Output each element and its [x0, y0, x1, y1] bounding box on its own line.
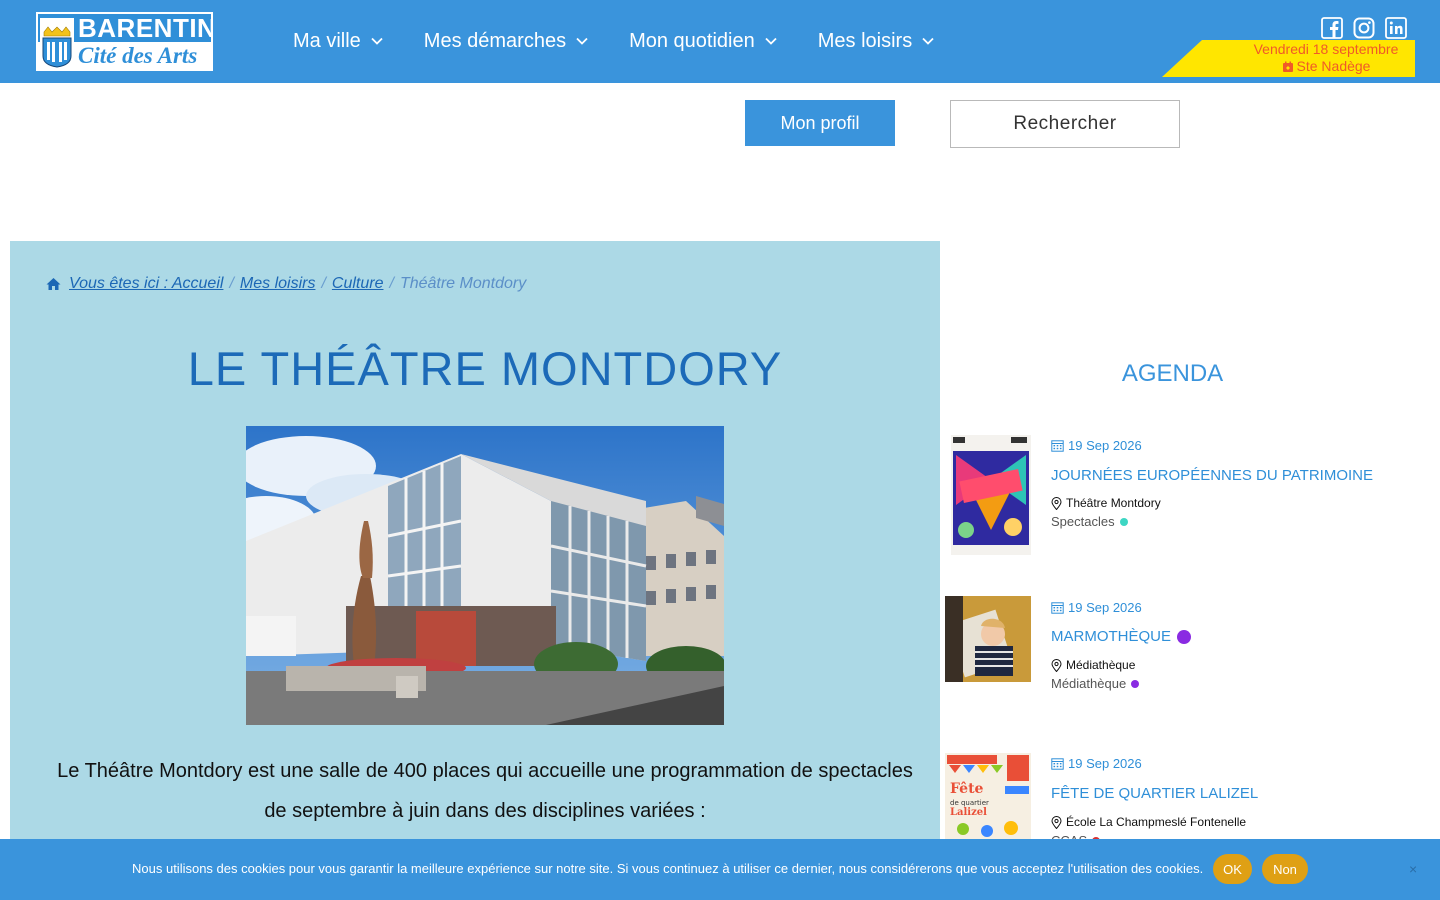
chevron-down-icon [576, 37, 588, 45]
logo-name: BARENTIN [78, 13, 213, 43]
nav-item-mes-loisirs[interactable]: Mes loisirs [818, 28, 935, 54]
event-category: Médiathèque [1051, 676, 1140, 691]
svg-text:Lalizel: Lalizel [950, 807, 987, 818]
logo-tagline: Cité des Arts [78, 43, 198, 68]
calendar-icon [1051, 758, 1064, 770]
event-photo [945, 596, 1031, 682]
nav-item-mes-demarches[interactable]: Mes démarches [424, 28, 589, 54]
event-location-text: Théâtre Montdory [1066, 496, 1161, 510]
event-date: 19 Sep 2026 [1051, 756, 1142, 771]
calendar-icon [1282, 61, 1293, 72]
nav-label: Mes loisirs [817, 29, 913, 52]
event-poster: Fête de quartier Lalizel [945, 753, 1031, 839]
date-saint-info: Vendredi 18 septembre Ste Nadège [1238, 41, 1414, 75]
agenda-event[interactable]: 19 Sep 2026 JOURNÉES EUROPÉENNES DU PATR… [945, 435, 1440, 560]
search-button[interactable]: Rechercher [950, 100, 1180, 148]
event-date: 19 Sep 2026 [1051, 438, 1142, 453]
breadcrumb-separator: / [389, 275, 394, 292]
current-date: Vendredi 18 septembre [1253, 41, 1399, 57]
breadcrumb-separator: / [321, 275, 326, 292]
event-date-text: 19 Sep 2026 [1068, 600, 1142, 615]
event-category-text: Spectacles [1051, 514, 1115, 529]
event-date-text: 19 Sep 2026 [1068, 438, 1142, 453]
saint-of-day: Ste Nadège [1296, 58, 1371, 74]
event-date-text: 19 Sep 2026 [1068, 756, 1142, 771]
event-location: École La Champmeslé Fontenelle [1051, 815, 1246, 829]
nav-label: Mes démarches [423, 29, 567, 52]
event-location: Médiathèque [1051, 658, 1135, 672]
main-content: Vous êtes ici : Accueil / Mes loisirs / … [10, 241, 940, 900]
breadcrumb-home-link[interactable]: Vous êtes ici : Accueil [69, 275, 223, 293]
event-date: 19 Sep 2026 [1051, 600, 1142, 615]
event-title-text: MARMOTHÈQUE [1051, 628, 1171, 645]
linkedin-icon[interactable] [1385, 17, 1407, 39]
breadcrumb-separator: / [229, 275, 234, 292]
cookie-accept-button[interactable]: OK [1213, 854, 1252, 884]
event-title-text: FÊTE DE QUARTIER LALIZEL [1051, 785, 1259, 802]
agenda-title: AGENDA [1121, 360, 1224, 387]
profile-button[interactable]: Mon profil [745, 100, 895, 146]
title-category-dot [1177, 629, 1191, 644]
cookie-close-icon[interactable]: × [1409, 861, 1417, 877]
breadcrumb-current: Théâtre Montdory [399, 275, 527, 292]
main-nav: Ma ville Mes démarches Mon quotidien Mes… [293, 28, 975, 54]
location-pin-icon [1051, 658, 1062, 672]
site-logo[interactable]: BARENTIN Cité des Arts [36, 12, 213, 71]
event-category-text: Médiathèque [1051, 676, 1127, 691]
nav-item-ma-ville[interactable]: Ma ville [293, 28, 384, 54]
event-location: Théâtre Montdory [1051, 496, 1161, 510]
cookie-decline-button[interactable]: Non [1262, 854, 1308, 884]
event-title-text: JOURNÉES EUROPÉENNES DU PATRIMOINE [1051, 467, 1373, 484]
agenda-event[interactable]: 19 Sep 2026 MARMOTHÈQUE Médiathèque Médi… [945, 596, 1440, 721]
nav-label: Ma ville [293, 29, 361, 52]
category-dot [1131, 679, 1140, 688]
nav-item-mon-quotidien[interactable]: Mon quotidien [629, 28, 778, 54]
event-location-text: Médiathèque [1066, 658, 1136, 672]
chevron-down-icon [765, 37, 777, 45]
breadcrumb: Vous êtes ici : Accueil / Mes loisirs / … [46, 275, 526, 293]
svg-text:Fête: Fête [950, 781, 984, 797]
intro-line: de septembre à juin dans des disciplines… [264, 800, 706, 822]
instagram-icon[interactable] [1353, 17, 1375, 39]
agenda-event[interactable]: Fête de quartier Lalizel 19 Sep 2026 FÊT… [945, 753, 1440, 848]
svg-text:de quartier: de quartier [950, 799, 989, 807]
category-dot [1119, 517, 1128, 526]
cookie-banner: Nous utilisons des cookies pour vous gar… [0, 839, 1440, 900]
event-title[interactable]: MARMOTHÈQUE [1051, 628, 1191, 645]
event-title[interactable]: FÊTE DE QUARTIER LALIZEL [1051, 785, 1258, 802]
calendar-icon [1051, 440, 1064, 452]
location-pin-icon [1051, 496, 1062, 510]
chevron-down-icon [371, 37, 383, 45]
event-poster [951, 435, 1031, 555]
event-category: Spectacles [1051, 514, 1128, 529]
calendar-icon [1051, 602, 1064, 614]
site-header: BARENTIN Cité des Arts Ma ville Mes déma… [0, 0, 1440, 83]
chevron-down-icon [922, 37, 934, 45]
breadcrumb-link-mes-loisirs[interactable]: Mes loisirs [240, 275, 316, 293]
intro-line: Le Théâtre Montdory est une salle de 400… [57, 760, 913, 782]
crest-icon [40, 18, 74, 68]
breadcrumb-link-culture[interactable]: Culture [332, 275, 384, 293]
intro-text: Le Théâtre Montdory est une salle de 400… [30, 751, 940, 831]
event-title[interactable]: JOURNÉES EUROPÉENNES DU PATRIMOINE [1051, 467, 1373, 484]
home-icon [46, 278, 61, 290]
location-pin-icon [1051, 815, 1062, 829]
theatre-photo [246, 426, 724, 725]
page-title: LE THÉÂTRE MONTDORY [187, 342, 783, 395]
facebook-icon[interactable] [1321, 17, 1343, 39]
nav-label: Mon quotidien [629, 29, 755, 52]
cookie-message: Nous utilisons des cookies pour vous gar… [132, 861, 1204, 876]
event-location-text: École La Champmeslé Fontenelle [1066, 815, 1247, 829]
